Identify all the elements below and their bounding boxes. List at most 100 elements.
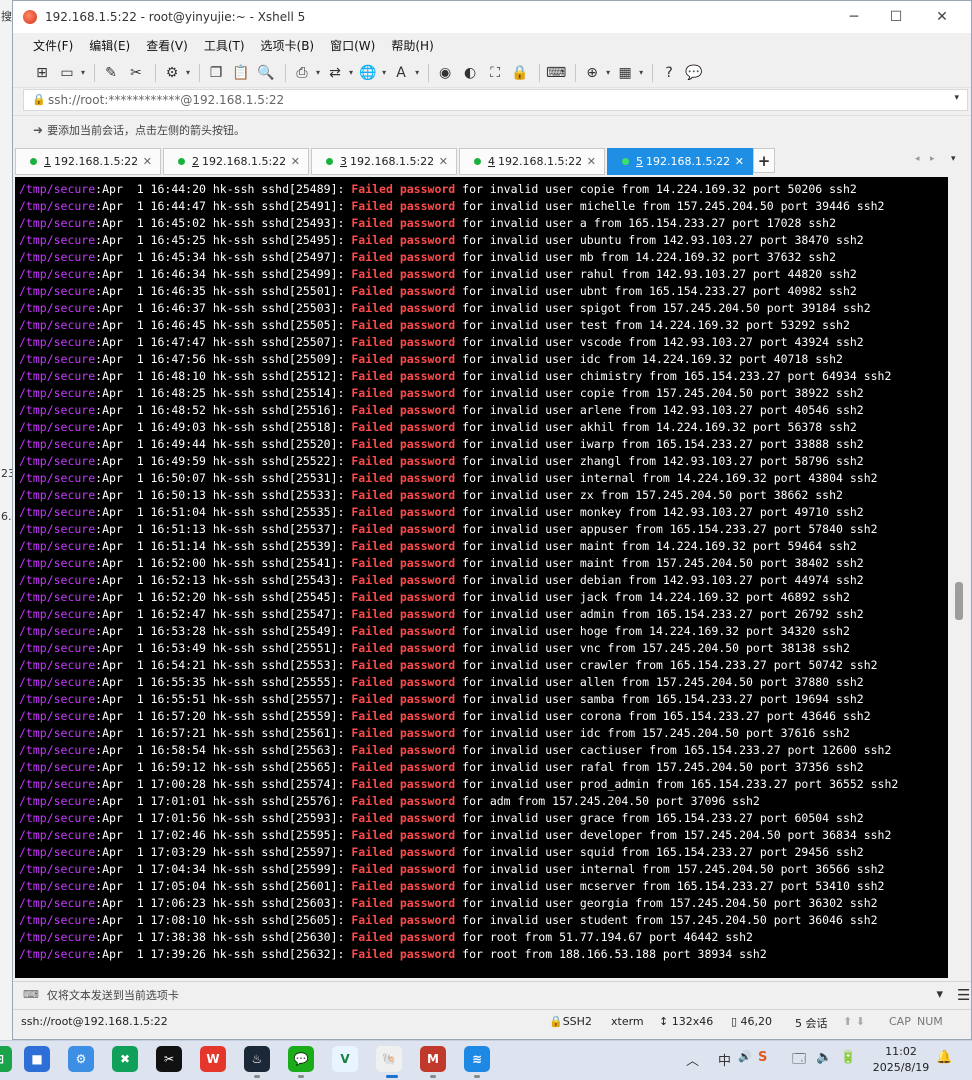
network-icon[interactable]: 🗔 [792, 1050, 806, 1072]
chevron-down-icon[interactable]: ▾ [382, 68, 386, 77]
terminal-output[interactable]: /tmp/secure:Apr 1 16:44:20 hk-ssh sshd[2… [15, 177, 948, 978]
chevron-down-icon[interactable]: ▾ [186, 68, 190, 77]
reconnect-icon[interactable]: ✎ [100, 62, 122, 84]
menu-edit[interactable]: 编辑(E) [89, 37, 130, 54]
copy-icon[interactable]: ❐ [205, 62, 227, 84]
globe-icon[interactable]: 🌐 [357, 62, 379, 84]
close-tab-icon[interactable]: ✕ [587, 155, 596, 168]
log-detail: for invalid user crawler from 165.154.23… [455, 658, 878, 672]
chevron-down-icon[interactable]: ▾ [639, 68, 643, 77]
chevron-down-icon[interactable]: ▾ [415, 68, 419, 77]
xftp-icon[interactable]: ◉ [434, 62, 456, 84]
font-icon[interactable]: A [390, 62, 412, 84]
menu-tools[interactable]: 工具(T) [204, 37, 245, 54]
new-session-icon[interactable]: ⊞ [31, 62, 53, 84]
game-app-icon[interactable]: M [420, 1046, 446, 1072]
maximize-button[interactable]: ☐ [873, 1, 919, 33]
chat-icon[interactable]: 💬 [683, 62, 705, 84]
log-detail: for invalid user idc from 157.245.204.50… [455, 726, 850, 740]
tab-session-3[interactable]: 3 192.168.1.5:22 ✕ [311, 148, 457, 175]
paste-icon[interactable]: 📋 [230, 62, 252, 84]
close-tab-icon[interactable]: ✕ [735, 155, 744, 168]
xftp-alt-icon[interactable]: ◐ [459, 62, 481, 84]
capcut-app-icon[interactable]: ✂ [156, 1046, 182, 1072]
chevron-down-icon[interactable]: ▾ [349, 68, 353, 77]
log-prefix: :Apr 1 16:47:47 hk-ssh sshd[25507]: [95, 335, 352, 349]
arrow-icon[interactable]: ➜ [33, 123, 43, 137]
minimize-button[interactable]: ─ [831, 1, 877, 33]
steam-app-icon[interactable]: ♨ [244, 1046, 270, 1072]
failed-password-text: Failed password [351, 250, 456, 264]
tab-session-2[interactable]: 2 192.168.1.5:22 ✕ [163, 148, 309, 175]
ime-icon[interactable]: 中 [718, 1050, 731, 1069]
keyboard-icon[interactable]: ⌨ [545, 62, 567, 84]
clock[interactable]: 11:02 2025/8/19 [870, 1044, 932, 1076]
tab-session-4[interactable]: 4 192.168.1.5:22 ✕ [459, 148, 605, 175]
terminal-line: /tmp/secure:Apr 1 16:53:28 hk-ssh sshd[2… [19, 623, 948, 640]
tray-expand-icon[interactable]: ︿ [686, 1050, 699, 1069]
battery-icon[interactable]: 🔋 [840, 1050, 856, 1065]
transfer-icon[interactable]: ⇄ [324, 62, 346, 84]
chevron-down-icon[interactable]: ▾ [954, 93, 959, 103]
fullscreen-icon[interactable]: ⛶ [484, 62, 506, 84]
tab-menu-icon[interactable]: ▾ [951, 154, 956, 164]
disconnect-icon[interactable]: ✂ [125, 62, 147, 84]
menu-view[interactable]: 查看(V) [146, 37, 188, 54]
close-tab-icon[interactable]: ✕ [291, 155, 300, 168]
status-arrows-icon[interactable]: ⬆ ⬇ [843, 1015, 865, 1028]
menu-file[interactable]: 文件(F) [33, 37, 73, 54]
compose-bar[interactable]: ⌨ 仅将文本发送到当前选项卡 ▾ [13, 981, 971, 1007]
xshell-window: 192.168.1.5:22 - root@yinyujie:~ - Xshel… [12, 0, 972, 1040]
volume-icon[interactable]: 🔈 [816, 1050, 832, 1065]
find-icon[interactable]: 🔍 [255, 62, 277, 84]
compose-icon[interactable]: ⌨ [23, 988, 39, 1001]
layout-icon[interactable]: ▦ [614, 62, 636, 84]
terminal-line: /tmp/secure:Apr 1 16:44:20 hk-ssh sshd[2… [19, 181, 948, 198]
log-detail: for invalid user vnc from 157.245.204.50… [455, 641, 850, 655]
xshell-app-icon[interactable]: 🐚 [376, 1046, 402, 1072]
tray-app-icon[interactable]: S [758, 1050, 767, 1065]
address-value[interactable]: ssh://root:************@192.168.1.5:22 [48, 93, 284, 107]
menu-window[interactable]: 窗口(W) [330, 37, 375, 54]
settings-app-icon[interactable]: ⚙ [68, 1046, 94, 1072]
chevron-down-icon[interactable]: ▾ [316, 68, 320, 77]
toolbar-divider [575, 63, 577, 82]
scrollbar-thumb[interactable] [955, 582, 963, 620]
chevron-down-icon[interactable]: ▾ [606, 68, 610, 77]
close-tab-icon[interactable]: ✕ [439, 155, 448, 168]
tab-session-1[interactable]: 1 192.168.1.5:22 ✕ [15, 148, 161, 175]
status-session-count[interactable]: 5 会话 [795, 1015, 828, 1031]
log-file-path: /tmp/secure [19, 692, 96, 706]
tab-session-5[interactable]: 5 192.168.1.5:22 ✕ [607, 148, 753, 175]
close-button[interactable]: ✕ [919, 1, 965, 33]
start-icon[interactable]: ■ [24, 1046, 50, 1072]
new-tab-icon[interactable]: ⊕ [581, 62, 603, 84]
log-prefix: :Apr 1 16:49:03 hk-ssh sshd[25518]: [95, 420, 352, 434]
properties-icon[interactable]: ⚙ [161, 62, 183, 84]
title-bar[interactable]: 192.168.1.5:22 - root@yinyujie:~ - Xshel… [13, 1, 971, 33]
chevron-down-icon[interactable]: ▾ [81, 68, 85, 77]
print-icon[interactable]: ⎙ [291, 62, 313, 84]
lark-app-icon[interactable]: ≋ [464, 1046, 490, 1072]
taskbar-app-icon[interactable]: ⊞ [0, 1046, 12, 1072]
xbox-app-icon[interactable]: ✖ [112, 1046, 138, 1072]
open-folder-icon[interactable]: ▭ [56, 62, 78, 84]
menu-icon[interactable]: ☰ [957, 986, 970, 1004]
wps-app-icon[interactable]: W [200, 1046, 226, 1072]
tab-prev-icon[interactable]: ◂ [915, 154, 920, 164]
lock-icon[interactable]: 🔒 [509, 62, 531, 84]
help-icon[interactable]: ? [658, 62, 680, 84]
tab-number: 2 [192, 155, 199, 168]
address-bar[interactable]: 🔒 ssh://root:************@192.168.1.5:22… [23, 89, 968, 111]
menu-help[interactable]: 帮助(H) [391, 37, 433, 54]
close-tab-icon[interactable]: ✕ [143, 155, 152, 168]
vs-app-icon[interactable]: V [332, 1046, 358, 1072]
tray-speaker-icon[interactable]: 🔊 [738, 1050, 752, 1063]
notification-icon[interactable]: 🔔 [936, 1050, 952, 1065]
menu-tabs[interactable]: 选项卡(B) [261, 37, 315, 54]
terminal-scrollbar[interactable] [949, 177, 969, 978]
tab-next-icon[interactable]: ▸ [930, 154, 935, 164]
wechat-app-icon[interactable]: 💬 [288, 1046, 314, 1072]
add-tab-button[interactable]: + [753, 148, 775, 173]
chevron-down-icon[interactable]: ▾ [936, 987, 943, 1002]
